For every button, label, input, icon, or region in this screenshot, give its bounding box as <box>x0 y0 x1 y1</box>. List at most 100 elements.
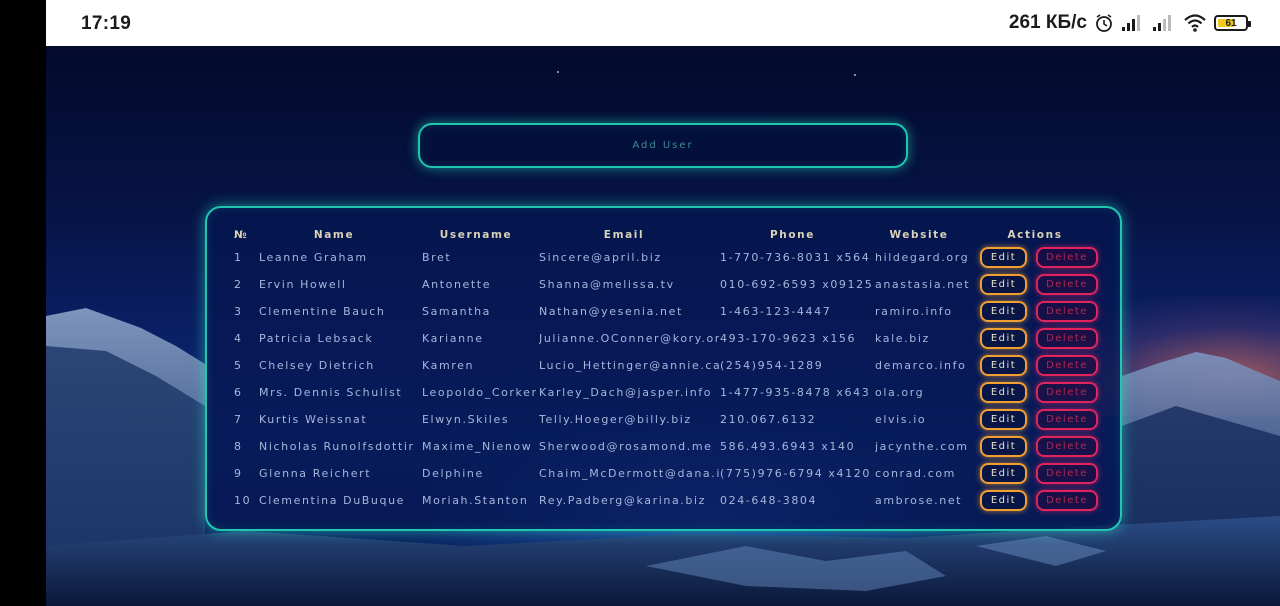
edit-button[interactable]: Edit <box>980 301 1027 322</box>
wifi-icon <box>1183 13 1207 33</box>
table-row: 7 Kurtis Weissnat Elwyn.Skiles Telly.Hoe… <box>207 406 1124 433</box>
row-email: Karley_Dach@jasper.info <box>539 386 713 399</box>
row-email: Julianne.OConner@kory.org <box>539 332 719 345</box>
row-name: Mrs. Dennis Schulist <box>259 386 403 399</box>
status-time: 17:19 <box>81 13 132 34</box>
row-name: Leanne Graham <box>259 251 368 264</box>
users-table: № Name Username Email Phone Website Acti… <box>205 206 1122 531</box>
table-row: 1 Leanne Graham Bret Sincere@april.biz 1… <box>207 244 1124 271</box>
row-number: 3 <box>234 305 243 318</box>
row-username: Moriah.Stanton <box>422 494 529 507</box>
delete-button[interactable]: Delete <box>1036 301 1098 322</box>
row-phone: 024-648-3804 <box>720 494 818 507</box>
row-phone: 1-770-736-8031 x56442 <box>720 251 871 264</box>
left-black-strip <box>0 0 46 606</box>
row-username: Kamren <box>422 359 475 372</box>
table-row: 10 Clementina DuBuque Moriah.Stanton Rey… <box>207 487 1124 514</box>
status-right-group: 261 КБ/с 61 <box>1008 10 1251 36</box>
row-phone: 210.067.6132 <box>720 413 817 426</box>
delete-button[interactable]: Delete <box>1036 436 1098 457</box>
row-username: Elwyn.Skiles <box>422 413 510 426</box>
row-name: Kurtis Weissnat <box>259 413 368 426</box>
row-phone: 493-170-9623 x156 <box>720 332 857 345</box>
row-name: Clementine Bauch <box>259 305 386 318</box>
table-row: 8 Nicholas Runolfsdottir V Maxime_Nienow… <box>207 433 1124 460</box>
delete-button[interactable]: Delete <box>1036 490 1098 511</box>
row-phone: 1-477-935-8478 x6430 <box>720 386 871 399</box>
row-username: Samantha <box>422 305 491 318</box>
edit-button[interactable]: Edit <box>980 436 1027 457</box>
row-name: Clementina DuBuque <box>259 494 406 507</box>
delete-button[interactable]: Delete <box>1036 328 1098 349</box>
delete-button[interactable]: Delete <box>1036 247 1098 268</box>
alarm-icon <box>1094 13 1114 33</box>
row-name: Nicholas Runolfsdottir V <box>259 440 419 453</box>
row-website: jacynthe.com <box>875 440 969 453</box>
battery-level: 61 <box>1225 17 1237 29</box>
edit-button[interactable]: Edit <box>980 463 1027 484</box>
row-email: Shanna@melissa.tv <box>539 278 675 291</box>
row-phone: 1-463-123-4447 <box>720 305 832 318</box>
signal-icon <box>1152 14 1176 32</box>
row-name: Ervin Howell <box>259 278 347 291</box>
edit-button[interactable]: Edit <box>980 355 1027 376</box>
status-bar: 17:19 261 КБ/с 61 <box>46 0 1280 46</box>
row-number: 7 <box>234 413 243 426</box>
row-username: Bret <box>422 251 452 264</box>
row-website: ambrose.net <box>875 494 963 507</box>
delete-button[interactable]: Delete <box>1036 274 1098 295</box>
network-speed: 261 КБ/с <box>1008 12 1087 33</box>
row-website: elvis.io <box>875 413 927 426</box>
row-number: 8 <box>234 440 243 453</box>
table-row: 9 Glenna Reichert Delphine Chaim_McDermo… <box>207 460 1124 487</box>
table-row: 6 Mrs. Dennis Schulist Leopoldo_Corkery … <box>207 379 1124 406</box>
edit-button[interactable]: Edit <box>980 247 1027 268</box>
delete-button[interactable]: Delete <box>1036 463 1098 484</box>
row-username: Karianne <box>422 332 484 345</box>
table-row: 5 Chelsey Dietrich Kamren Lucio_Hettinge… <box>207 352 1124 379</box>
row-username: Antonette <box>422 278 492 291</box>
edit-button[interactable]: Edit <box>980 382 1027 403</box>
edit-button[interactable]: Edit <box>980 328 1027 349</box>
row-phone: 586.493.6943 x140 <box>720 440 856 453</box>
delete-button[interactable]: Delete <box>1036 409 1098 430</box>
row-website: anastasia.net <box>875 278 971 291</box>
row-name: Patricia Lebsack <box>259 332 374 345</box>
delete-button[interactable]: Delete <box>1036 355 1098 376</box>
row-website: conrad.com <box>875 467 956 480</box>
table-row: 4 Patricia Lebsack Karianne Julianne.OCo… <box>207 325 1124 352</box>
edit-button[interactable]: Edit <box>980 490 1027 511</box>
row-phone: 010-692-6593 x09125 <box>720 278 871 291</box>
row-name: Chelsey Dietrich <box>259 359 375 372</box>
row-phone: (254)954-1289 <box>720 359 824 372</box>
row-name: Glenna Reichert <box>259 467 372 480</box>
edit-button[interactable]: Edit <box>980 274 1027 295</box>
row-username: Leopoldo_Corkery <box>422 386 536 399</box>
row-website: kale.biz <box>875 332 930 345</box>
row-number: 5 <box>234 359 243 372</box>
add-user-button[interactable]: Add User <box>418 123 908 168</box>
row-website: ramiro.info <box>875 305 953 318</box>
row-number: 2 <box>234 278 243 291</box>
row-number: 9 <box>234 467 243 480</box>
row-email: Lucio_Hettinger@annie.ca <box>539 359 719 372</box>
row-number: 1 <box>234 251 243 264</box>
row-number: 4 <box>234 332 243 345</box>
table-row: 2 Ervin Howell Antonette Shanna@melissa.… <box>207 271 1124 298</box>
row-email: Nathan@yesenia.net <box>539 305 683 318</box>
edit-button[interactable]: Edit <box>980 409 1027 430</box>
row-email: Rey.Padberg@karina.biz <box>539 494 706 507</box>
row-email: Sincere@april.biz <box>539 251 662 264</box>
row-website: hildegard.org <box>875 251 970 264</box>
row-number: 6 <box>234 386 243 399</box>
delete-button[interactable]: Delete <box>1036 382 1098 403</box>
row-website: demarco.info <box>875 359 967 372</box>
row-phone: (775)976-6794 x41206 <box>720 467 871 480</box>
row-email: Telly.Hoeger@billy.biz <box>539 413 692 426</box>
row-number: 10 <box>234 494 252 507</box>
app-background: Add User № Name Username Email Phone Web… <box>46 46 1280 606</box>
row-website: ola.org <box>875 386 925 399</box>
row-username: Delphine <box>422 467 484 480</box>
row-email: Chaim_McDermott@dana.io <box>539 467 719 480</box>
row-email: Sherwood@rosamond.me <box>539 440 713 453</box>
